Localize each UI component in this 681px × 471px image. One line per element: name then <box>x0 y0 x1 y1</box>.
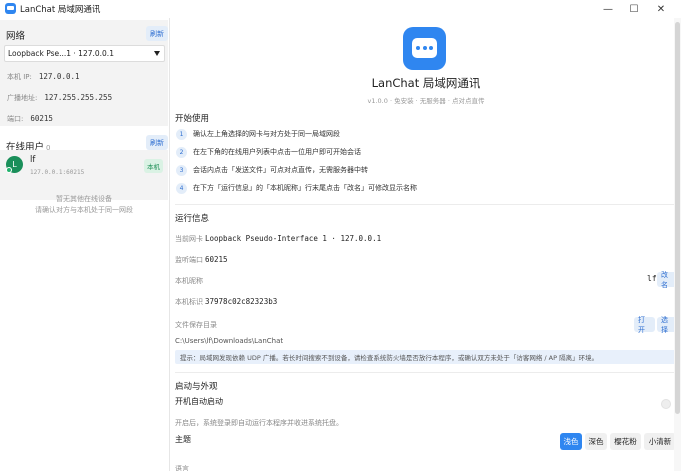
maximize-button[interactable]: ☐ <box>621 0 647 18</box>
nickname-label: 本机昵称 <box>175 277 203 285</box>
nic-value: Loopback Pseudo-Interface 1 · 127.0.0.1 <box>205 234 382 243</box>
online-status-dot <box>6 167 12 173</box>
save-dir-value: C:\Users\lf\Downloads\LanChat <box>175 337 284 345</box>
step-number: 4 <box>176 182 187 194</box>
theme-label: 主题 <box>175 435 191 444</box>
autostart-label: 开机自动启动 <box>175 397 223 406</box>
user-address: 127.0.0.1:60215 <box>30 169 85 176</box>
autostart-desc: 开启后，系统登录即自动运行本程序并收进系统托盘。 <box>175 419 343 427</box>
nic-row: 当前网卡 Loopback Pseudo-Interface 1 · 127.0.… <box>175 234 381 244</box>
main-scrollbar-thumb[interactable] <box>675 22 680 414</box>
step-item: 4 在下方「运行信息」的「本机昵称」行末尾点击「改名」可修改显示名称 <box>176 182 417 194</box>
theme-sakura-button[interactable]: 樱花粉 <box>610 433 641 450</box>
step-number: 1 <box>176 128 187 140</box>
window-title: LanChat 局域网通讯 <box>20 5 101 15</box>
step-text: 会话内点击「发送文件」可点对点直传，无需服务器中转 <box>193 166 368 174</box>
user-name: lf <box>30 155 36 165</box>
listen-port-value: 60215 <box>205 255 228 264</box>
sidebar: 网络 刷新 Loopback Pse...1 · 127.0.0.1 本机 IP… <box>0 18 170 471</box>
port-label: 端口: <box>7 115 24 123</box>
theme-fresh-button[interactable]: 小清新 <box>644 433 676 450</box>
firewall-tip: 提示：局域网发现依赖 UDP 广播。若长时间搜索不到设备，请检查系统防火墙是否放… <box>175 350 676 364</box>
runtime-title: 运行信息 <box>175 214 210 224</box>
id-value: 37978c02c82323b3 <box>205 297 278 306</box>
step-number: 2 <box>176 146 187 158</box>
network-refresh-button[interactable]: 刷新 <box>146 26 168 41</box>
minimize-button[interactable]: — <box>595 0 621 18</box>
step-item: 2 在左下角的在线用户列表中点击一位用户即可开始会话 <box>176 146 361 158</box>
version-line: v1.0.0 · 免安装 · 无服务器 · 点对点直传 <box>367 97 485 105</box>
step-number: 3 <box>176 164 187 176</box>
step-item: 3 会话内点击「发送文件」可点对点直传，无需服务器中转 <box>176 164 368 176</box>
id-row: 本机标识 37978c02c82323b3 <box>175 297 277 307</box>
bubble-dot <box>416 46 420 50</box>
title-bar: LanChat 局域网通讯 — ☐ ✕ <box>0 0 681 18</box>
interface-select[interactable]: Loopback Pse...1 · 127.0.0.1 <box>4 45 165 62</box>
app-chat-icon <box>5 3 16 14</box>
user-list-item[interactable]: L lf 127.0.0.1:60215 本机 <box>0 150 168 200</box>
empty-hint-line2: 请确认对方与本机处于同一网段 <box>35 206 133 214</box>
listen-port-label: 监听端口 <box>175 256 203 264</box>
startup-title: 启动与外观 <box>175 382 218 392</box>
empty-hint-line1: 暂无其他在线设备 <box>56 195 112 203</box>
save-dir-label: 文件保存目录 <box>175 321 217 329</box>
close-button[interactable]: ✕ <box>648 0 674 18</box>
getting-started-title: 开始使用 <box>175 114 210 124</box>
online-refresh-button[interactable]: 刷新 <box>146 135 168 150</box>
main-panel: LanChat 局域网通讯 v1.0.0 · 免安装 · 无服务器 · 点对点直… <box>171 18 681 471</box>
port-row: 端口: 60215 <box>7 114 53 124</box>
theme-light-button[interactable]: 浅色 <box>560 433 582 450</box>
language-label: 语言 <box>175 465 189 471</box>
bubble-dot <box>422 46 427 50</box>
app-name: LanChat 局域网通讯 <box>371 76 481 90</box>
nickname-value: lf <box>647 274 657 283</box>
listen-port-row: 监听端口 60215 <box>175 255 228 265</box>
step-item: 1 确认左上角选择的网卡与对方处于同一局域网段 <box>176 128 340 140</box>
chat-bubble-icon <box>412 38 437 58</box>
local-ip-value: 127.0.0.1 <box>38 72 80 81</box>
broadcast-label: 广播地址: <box>7 94 38 102</box>
section-divider <box>175 204 678 205</box>
open-folder-button[interactable]: 打开 <box>634 316 655 334</box>
theme-dark-button[interactable]: 深色 <box>585 433 607 450</box>
bubble-dot <box>429 46 433 50</box>
nic-label: 当前网卡 <box>175 235 203 243</box>
step-text: 在左下角的在线用户列表中点击一位用户即可开始会话 <box>193 148 361 156</box>
port-value: 60215 <box>30 114 53 123</box>
caret-down-icon <box>154 51 160 56</box>
self-badge: 本机 <box>144 159 163 173</box>
step-text: 在下方「运行信息」的「本机昵称」行末尾点击「改名」可修改显示名称 <box>193 184 417 192</box>
network-title: 网络 <box>6 31 26 42</box>
local-ip-row: 本机 IP: 127.0.0.1 <box>7 72 80 82</box>
step-text: 确认左上角选择的网卡与对方处于同一局域网段 <box>193 130 340 138</box>
app-chat-icon-large <box>403 27 446 70</box>
local-ip-label: 本机 IP: <box>7 73 32 81</box>
id-label: 本机标识 <box>175 298 203 306</box>
network-panel: 网络 刷新 Loopback Pse...1 · 127.0.0.1 本机 IP… <box>0 20 168 126</box>
interface-select-value: Loopback Pse...1 · 127.0.0.1 <box>8 49 114 58</box>
broadcast-row: 广播地址: 127.255.255.255 <box>7 93 112 103</box>
section-divider <box>175 372 678 373</box>
autostart-toggle[interactable] <box>661 399 671 409</box>
broadcast-value: 127.255.255.255 <box>44 93 113 102</box>
